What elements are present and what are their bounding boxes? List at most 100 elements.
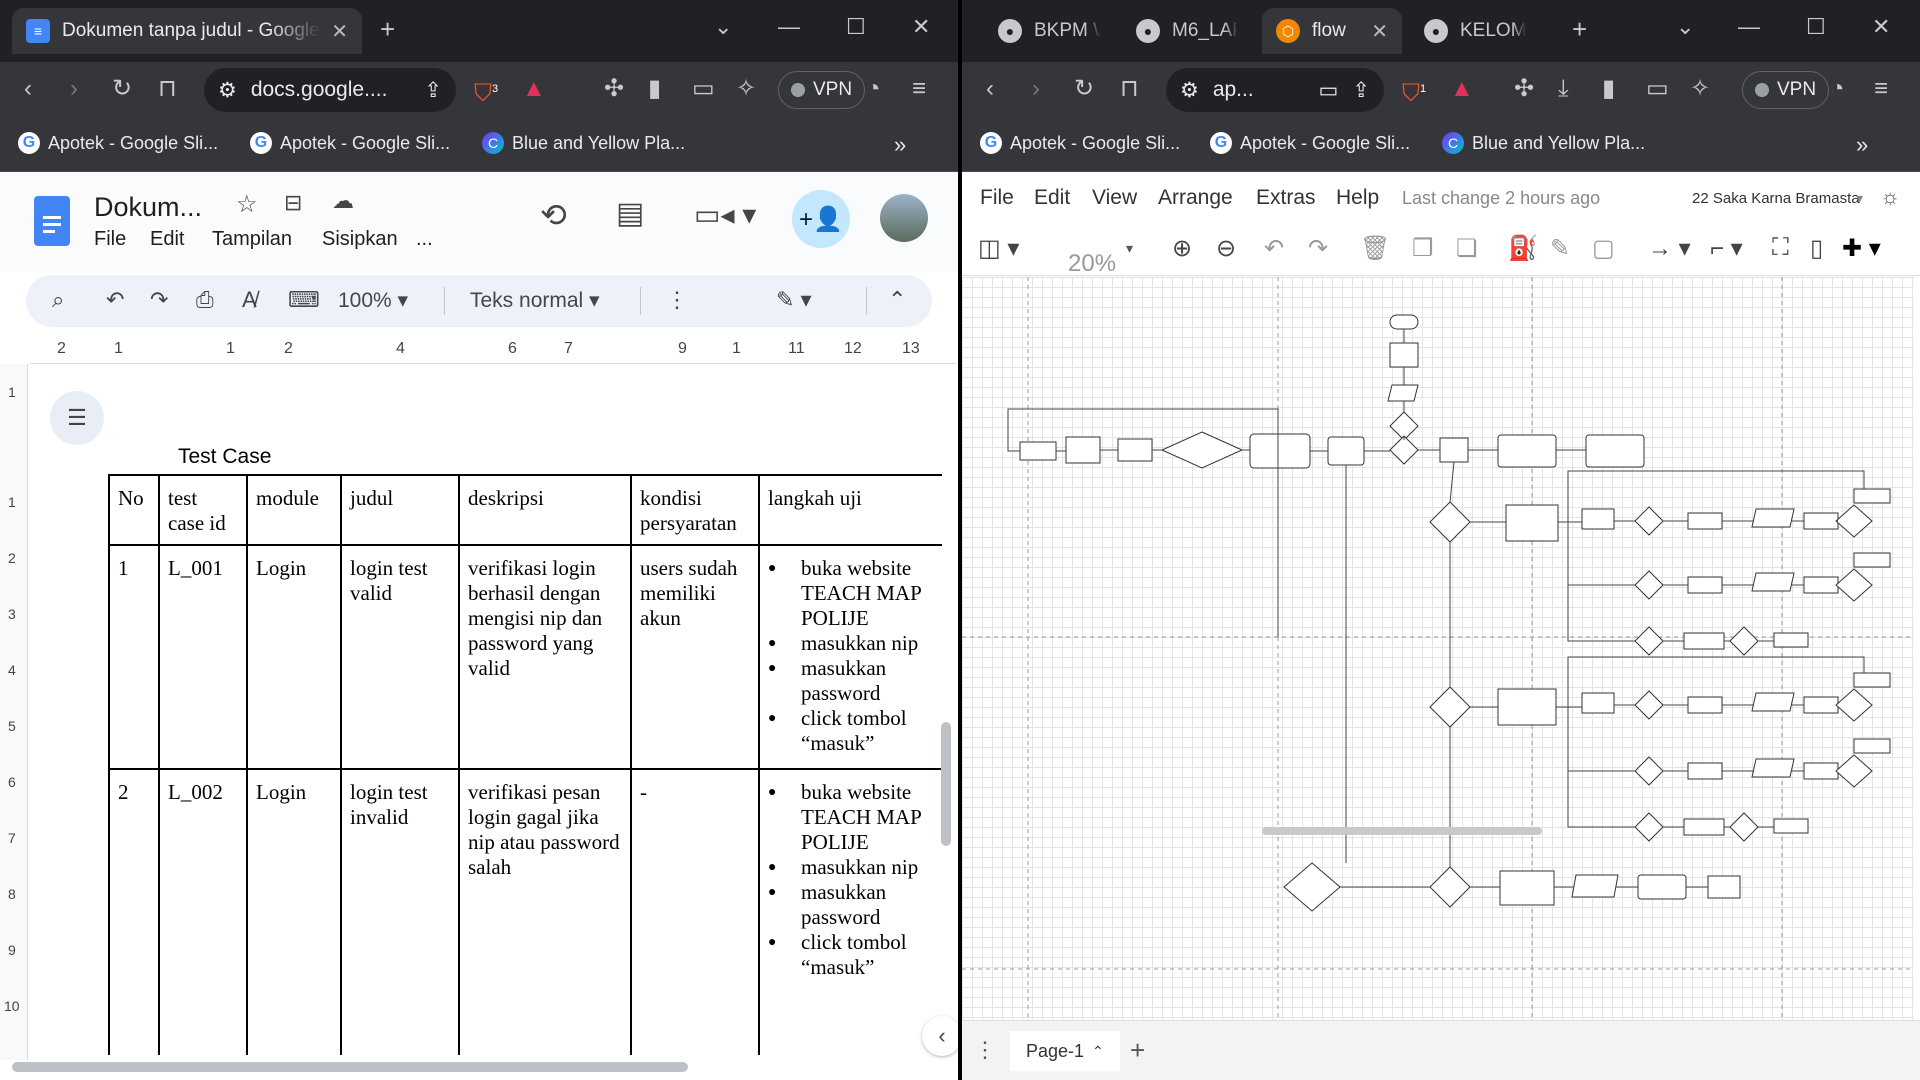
share-icon[interactable]: ⇪: [1352, 78, 1370, 103]
leo-icon[interactable]: ✧: [1690, 74, 1710, 104]
header-cell[interactable]: kondisi persyaratan: [630, 474, 760, 546]
address-bar[interactable]: ⚙ docs.google.... ⇪: [204, 68, 456, 112]
menu-edit[interactable]: Edit: [1034, 186, 1070, 210]
extensions-icon[interactable]: ✣: [1514, 74, 1534, 104]
table-cell[interactable]: buka website TEACH MAP POLIJE masukkan n…: [758, 768, 942, 1055]
bookmark-item[interactable]: G Apotek - Google Sli...: [1210, 132, 1410, 154]
wallet-icon[interactable]: ▭: [692, 74, 715, 104]
line-color-icon[interactable]: ✎: [1550, 234, 1570, 263]
minimize-button[interactable]: —: [1738, 14, 1760, 40]
table-cell[interactable]: users sudah memiliki akun: [630, 544, 760, 770]
menu-file[interactable]: File: [94, 228, 126, 251]
reload-icon[interactable]: ↻: [1074, 74, 1094, 104]
table-cell[interactable]: buka website TEACH MAP POLIJE masukkan n…: [758, 544, 942, 770]
brave-rewards-icon[interactable]: ▲: [1450, 74, 1474, 104]
leo-icon[interactable]: ✧: [736, 74, 756, 104]
style-select[interactable]: Teks normal ▾: [470, 288, 600, 313]
waypoints-icon[interactable]: ⌐ ▾: [1710, 234, 1743, 263]
redo-icon[interactable]: ↷: [150, 287, 168, 313]
more-options-icon[interactable]: ⋮: [666, 287, 688, 313]
editing-mode-icon[interactable]: ✎ ▾: [776, 287, 812, 313]
to-front-icon[interactable]: ❐: [1412, 234, 1434, 263]
spellcheck-icon[interactable]: A̸: [242, 287, 257, 313]
forward-icon[interactable]: ›: [1032, 74, 1040, 104]
delete-icon[interactable]: 🗑: [1360, 234, 1390, 263]
zoom-in-icon[interactable]: ⊕: [1172, 234, 1192, 263]
chevron-up-icon[interactable]: ⌃: [1092, 1043, 1104, 1060]
print-icon[interactable]: ⎙: [196, 287, 214, 313]
paint-format-icon[interactable]: ⌨: [288, 287, 320, 313]
forward-icon[interactable]: ›: [70, 74, 78, 104]
undo-icon[interactable]: ↶: [106, 287, 124, 313]
to-back-icon[interactable]: ❏: [1456, 234, 1478, 263]
table-cell[interactable]: 1: [108, 544, 160, 770]
format-panel-icon[interactable]: ◫ ▾: [978, 234, 1019, 263]
close-icon[interactable]: ✕: [1371, 19, 1388, 44]
bookmark-item[interactable]: C Blue and Yellow Pla...: [1442, 132, 1645, 154]
tab-kelompok[interactable]: ● KELOMPO: [1410, 8, 1540, 54]
brave-shield-icon[interactable]: ⛉3: [474, 74, 498, 109]
menu-icon[interactable]: ≡: [912, 74, 926, 104]
document-title[interactable]: Dokum...: [94, 192, 202, 223]
close-window-button[interactable]: ✕: [1872, 14, 1890, 40]
menu-arrange[interactable]: Arrange: [1158, 186, 1233, 210]
tab-bkpm[interactable]: ● BKPM W: [984, 8, 1114, 54]
profile-icon[interactable]: ◔: [866, 74, 881, 104]
zoom-dropdown-icon[interactable]: ▾: [1126, 240, 1133, 257]
new-tab-button[interactable]: +: [1572, 14, 1587, 45]
download-icon[interactable]: ⤓: [1558, 74, 1569, 104]
menu-edit[interactable]: Edit: [150, 228, 184, 251]
more-bookmarks-button[interactable]: »: [894, 132, 906, 158]
tab-flow[interactable]: ⬡ flow ✕: [1262, 8, 1402, 54]
outline-button[interactable]: ☰: [50, 391, 104, 445]
vpn-button[interactable]: VPN: [1742, 71, 1830, 109]
site-settings-icon[interactable]: ⚙: [218, 78, 237, 103]
header-cell[interactable]: module: [246, 474, 342, 546]
profile-icon[interactable]: ◔: [1830, 74, 1845, 104]
table-cell[interactable]: L_001: [158, 544, 248, 770]
header-cell[interactable]: langkah uji: [758, 474, 942, 546]
sidebar-icon[interactable]: ▮: [648, 74, 661, 104]
menu-view[interactable]: View: [1092, 186, 1137, 210]
menu-icon[interactable]: ≡: [1874, 74, 1888, 104]
insert-icon[interactable]: ✚ ▾: [1842, 234, 1881, 263]
menu-extras[interactable]: Extras: [1256, 186, 1316, 210]
header-cell[interactable]: deskripsi: [458, 474, 632, 546]
address-bar[interactable]: ⚙ ap... ▭ ⇪: [1166, 68, 1384, 112]
bookmark-item[interactable]: G Apotek - Google Sli...: [18, 132, 218, 154]
back-icon[interactable]: ‹: [986, 74, 994, 104]
more-bookmarks-button[interactable]: »: [1856, 132, 1868, 158]
tab-m6[interactable]: ● M6_LAPO: [1122, 8, 1252, 54]
site-settings-icon[interactable]: ⚙: [1180, 78, 1199, 103]
flowchart-diagram[interactable]: [962, 277, 1914, 1020]
move-folder-icon[interactable]: ⊟: [284, 190, 302, 216]
maximize-button[interactable]: ☐: [846, 14, 866, 40]
vpn-button[interactable]: VPN: [778, 71, 866, 109]
last-change-label[interactable]: Last change 2 hours ago: [1402, 188, 1600, 209]
table-cell[interactable]: verifikasi pesan login gagal jika nip at…: [458, 768, 632, 1055]
sidebar-icon[interactable]: ▮: [1602, 74, 1615, 104]
diagram-canvas[interactable]: [962, 277, 1914, 1020]
search-icon[interactable]: ⌕: [52, 287, 64, 313]
maximize-button[interactable]: ☐: [1806, 14, 1826, 40]
page-tab[interactable]: Page-1 ⌃: [1010, 1031, 1120, 1071]
close-icon[interactable]: ✕: [331, 19, 348, 44]
bookmark-item[interactable]: G Apotek - Google Sli...: [980, 132, 1180, 154]
fullscreen-icon[interactable]: ⛶: [1772, 234, 1789, 262]
canvas-horizontal-scrollbar[interactable]: [1262, 827, 1542, 835]
sidebar-toggle-icon[interactable]: ▯: [1810, 234, 1823, 263]
table-cell[interactable]: login test valid: [340, 544, 460, 770]
shadow-icon[interactable]: ▢: [1592, 234, 1615, 263]
table-cell[interactable]: verifikasi login berhasil dengan mengisi…: [458, 544, 632, 770]
bookmark-item[interactable]: G Apotek - Google Sli...: [250, 132, 450, 154]
add-page-icon[interactable]: +: [1130, 1035, 1145, 1066]
theme-icon[interactable]: ☼: [1880, 184, 1900, 210]
share-button[interactable]: +👤: [792, 190, 850, 248]
minimize-button[interactable]: —: [778, 14, 800, 40]
brave-shield-icon[interactable]: ⛉1: [1402, 74, 1426, 109]
new-tab-button[interactable]: +: [380, 14, 395, 45]
menu-insert[interactable]: Sisipkan: [322, 228, 398, 251]
docs-logo-icon[interactable]: [34, 196, 70, 246]
table-cell[interactable]: login test invalid: [340, 768, 460, 1055]
header-cell[interactable]: judul: [340, 474, 460, 546]
